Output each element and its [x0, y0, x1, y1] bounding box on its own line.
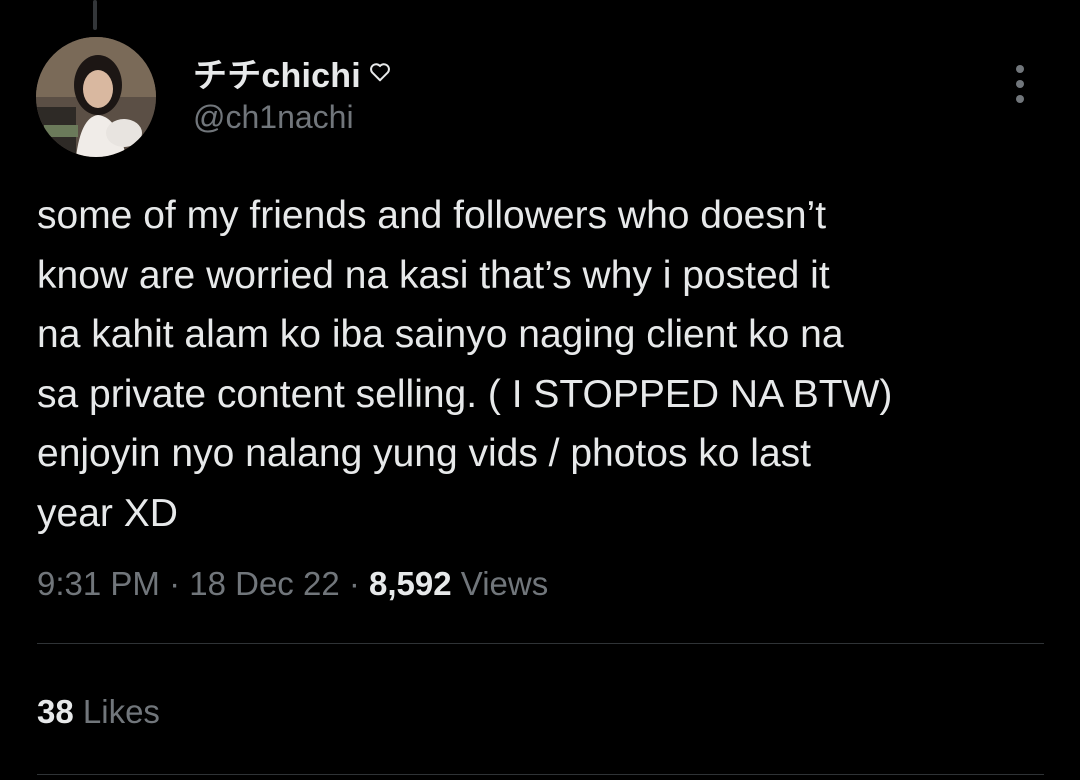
more-vertical-icon	[1016, 65, 1024, 73]
tweet-text-line: know are worried na kasi that’s why i po…	[37, 253, 830, 297]
more-vertical-icon-dot	[1016, 80, 1024, 88]
likes-count: 38	[37, 693, 74, 730]
views-count: 8,592	[369, 565, 452, 602]
tweet-text-line: year XD	[37, 491, 178, 535]
tweet-text: some of my friends and followers who doe…	[37, 186, 1057, 543]
more-vertical-icon-dot	[1016, 95, 1024, 103]
author-name-row[interactable]: チチchichi	[193, 48, 391, 97]
likes-label: Likes	[82, 693, 160, 730]
avatar[interactable]	[36, 37, 156, 157]
display-name[interactable]: チチchichi	[193, 48, 361, 97]
likes-link[interactable]: 38 Likes	[37, 690, 160, 734]
tweet-text-line: sa private content selling. ( I STOPPED …	[37, 372, 893, 416]
tweet-date[interactable]: 18 Dec 22	[189, 565, 339, 602]
avatar-photo	[36, 37, 156, 157]
divider	[37, 774, 1044, 775]
tweet-text-line: na kahit alam ko iba sainyo naging clien…	[37, 313, 844, 356]
tweet-text-line: enjoyin nyo nalang yung vids / photos ko…	[37, 432, 812, 475]
tweet-meta: 9:31 PM · 18 Dec 22 · 8,592 Views	[37, 562, 548, 606]
heart-outline-icon	[369, 61, 391, 83]
thread-connector-line	[93, 0, 97, 30]
tweet-text-line: some of my friends and followers who doe…	[37, 194, 827, 237]
views-label: Views	[460, 565, 549, 602]
meta-separator: ·	[348, 565, 360, 602]
tweet-time[interactable]: 9:31 PM	[37, 565, 160, 602]
user-handle[interactable]: @ch1nachi	[193, 99, 354, 136]
divider	[37, 643, 1044, 644]
more-options-button[interactable]	[1005, 62, 1035, 106]
meta-separator: ·	[169, 565, 181, 602]
